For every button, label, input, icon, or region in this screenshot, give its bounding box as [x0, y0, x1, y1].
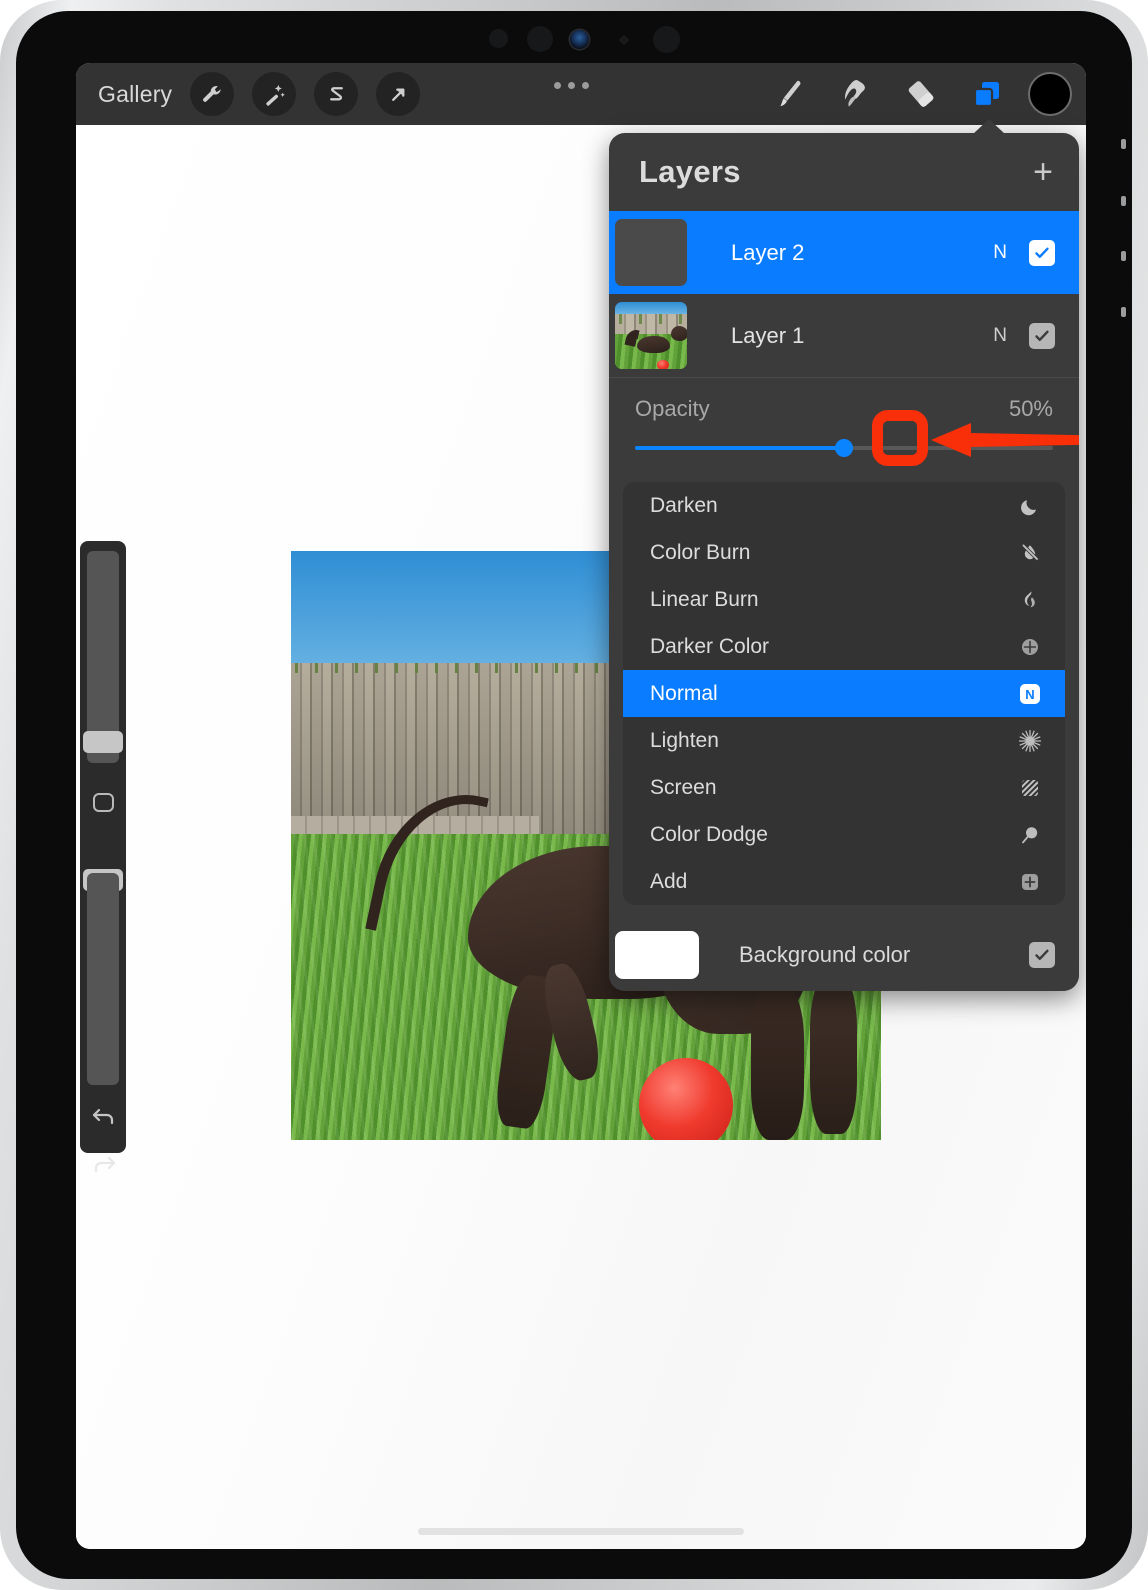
device-screen: Gallery Layers + Layer 2 N Layer 1 N Opa…	[76, 63, 1086, 1549]
moon-icon	[1017, 493, 1043, 519]
layer-row-layer-1[interactable]: Layer 1 N	[609, 294, 1079, 377]
blend-mode-color-burn[interactable]: Color Burn	[623, 529, 1065, 576]
blend-mode-normal[interactable]: Normal N	[623, 670, 1065, 717]
svg-text:N: N	[1025, 687, 1034, 702]
blend-mode-label: Color Burn	[650, 540, 751, 564]
left-tool-sidebar	[80, 541, 126, 1173]
blend-mode-label: Darken	[650, 493, 718, 517]
layer-visibility-checkbox[interactable]	[1029, 239, 1055, 266]
brush-opacity-slider[interactable]	[87, 873, 119, 1085]
photo-dog-leg	[751, 986, 805, 1140]
popover-pointer	[972, 119, 1006, 135]
blend-mode-list: Darken Color Burn Linear Burn Darker Col…	[623, 482, 1065, 905]
blend-mode-label: Screen	[650, 775, 717, 799]
photo-dog-leg	[810, 975, 858, 1135]
layer-blend-mode-letter[interactable]: N	[993, 325, 1007, 347]
layer-thumbnail-empty	[615, 219, 687, 286]
home-indicator	[418, 1528, 744, 1535]
layers-panel: Layers + Layer 2 N Layer 1 N Opacity 50%…	[609, 133, 1079, 991]
background-color-label: Background color	[739, 942, 911, 967]
plus-square-icon	[1017, 869, 1043, 895]
top-toolbar: Gallery	[76, 63, 1086, 125]
layer-visibility-checkbox[interactable]	[1029, 322, 1055, 349]
sensor-dot-icon	[527, 26, 553, 52]
layer-name: Layer 2	[731, 239, 805, 265]
right-tool-group	[756, 63, 1072, 125]
blend-mode-label: Color Dodge	[650, 822, 768, 846]
magic-wand-icon[interactable]	[252, 72, 297, 116]
layers-icon[interactable]	[954, 63, 1020, 125]
layer-blend-mode-letter[interactable]: N	[993, 242, 1007, 264]
device-bezel: Gallery Layers + Layer 2 N Layer 1 N Opa…	[16, 11, 1132, 1579]
dot-icon	[568, 82, 575, 89]
blend-mode-label: Add	[650, 869, 688, 893]
thumb-dog-head	[671, 326, 687, 341]
color-swatch-button[interactable]	[1028, 72, 1072, 116]
brush-size-slider-handle[interactable]	[83, 731, 123, 753]
blend-mode-darken[interactable]: Darken	[623, 482, 1065, 529]
layer-row-layer-2[interactable]: Layer 2 N	[609, 211, 1079, 294]
hatch-square-icon	[1017, 775, 1043, 801]
blend-mode-color-dodge[interactable]: Color Dodge	[623, 811, 1065, 858]
blend-mode-label: Darker Color	[650, 634, 770, 658]
sensor-dot-icon	[618, 34, 630, 46]
thumb-ball	[657, 359, 669, 369]
background-color-swatch[interactable]	[615, 931, 699, 979]
blend-mode-darker-color[interactable]: Darker Color	[623, 623, 1065, 670]
side-button-mark	[1121, 196, 1126, 206]
gallery-button[interactable]: Gallery	[98, 81, 172, 108]
starburst-icon	[1017, 728, 1043, 754]
blend-mode-add[interactable]: Add	[623, 858, 1065, 905]
blend-mode-lighten[interactable]: Lighten	[623, 717, 1065, 764]
opacity-label: Opacity	[635, 396, 710, 421]
sensor-dot-icon	[489, 29, 508, 48]
layer-name: Layer 1	[731, 322, 805, 348]
layer-thumbnail-photo	[615, 302, 687, 369]
annotation-highlight-box	[872, 410, 928, 466]
front-camera-icon	[570, 30, 589, 49]
dot-icon	[582, 82, 589, 89]
layers-panel-header: Layers +	[609, 133, 1079, 211]
n-badge-icon: N	[1017, 681, 1043, 707]
side-button-mark	[1121, 307, 1126, 317]
paintbrush-icon[interactable]	[756, 63, 822, 125]
side-button-mark	[1121, 251, 1126, 261]
side-button-mark	[1121, 139, 1126, 149]
layers-panel-title: Layers	[639, 154, 741, 189]
blend-mode-label: Linear Burn	[650, 587, 759, 611]
blend-mode-label: Normal	[650, 681, 718, 705]
droplet-slash-icon	[1017, 540, 1043, 566]
thumb-dog-body	[636, 335, 670, 353]
background-color-row[interactable]: Background color	[609, 919, 1079, 991]
blend-mode-linear-burn[interactable]: Linear Burn	[623, 576, 1065, 623]
opacity-slider-knob[interactable]	[835, 439, 853, 457]
sensor-dot-icon	[653, 26, 680, 53]
eraser-icon[interactable]	[888, 63, 954, 125]
transform-arrow-icon[interactable]	[376, 72, 421, 116]
undo-button[interactable]	[91, 1103, 117, 1129]
thumbnail-photo-content	[615, 302, 687, 369]
dot-icon	[554, 82, 561, 89]
blend-mode-label: Lighten	[650, 728, 719, 752]
redo-button[interactable]	[91, 1151, 117, 1177]
wrench-icon[interactable]	[190, 72, 235, 116]
ipad-device-frame: Gallery Layers + Layer 2 N Layer 1 N Opa…	[0, 0, 1148, 1590]
annotation-arrow-icon	[931, 423, 1079, 457]
more-options-button[interactable]	[554, 82, 589, 89]
background-visibility-checkbox[interactable]	[1029, 942, 1055, 968]
smudge-icon[interactable]	[822, 63, 888, 125]
selection-s-icon[interactable]	[314, 72, 359, 116]
magnifier-icon	[1017, 822, 1043, 848]
flame-icon	[1017, 587, 1043, 613]
modify-button[interactable]	[93, 793, 114, 812]
opacity-value: 50%	[1008, 396, 1053, 421]
opacity-control: Opacity 50%	[609, 378, 1079, 468]
plus-circle-icon	[1017, 634, 1043, 660]
opacity-row: Opacity 50%	[635, 396, 1053, 422]
blend-mode-screen[interactable]: Screen	[623, 764, 1065, 811]
opacity-slider-fill	[635, 446, 844, 450]
add-layer-plus-icon[interactable]: +	[1033, 155, 1053, 189]
